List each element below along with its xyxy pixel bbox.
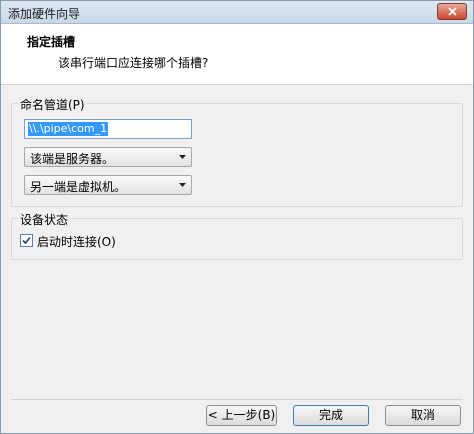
title-bar[interactable]: 添加硬件向导 [1, 1, 473, 24]
checkmark-icon [22, 236, 31, 245]
chevron-down-icon [179, 155, 186, 159]
back-button[interactable]: < 上一步(B) [206, 405, 277, 426]
close-button[interactable] [437, 3, 467, 20]
window-title: 添加硬件向导 [8, 7, 81, 21]
end-role-selected: 该端是服务器。 [30, 152, 115, 166]
named-pipe-group: 命名管道(P) \\.\pipe\com_1 该端是服务器。 另一端是虚拟机。 [11, 96, 463, 207]
add-hardware-wizard-window: 添加硬件向导 指定插槽 该串行端口应连接哪个插槽? 命名管道(P) \\.\pi… [0, 0, 474, 434]
finish-button[interactable]: 完成 [293, 405, 369, 426]
device-status-group: 设备状态 启动时连接(O) [11, 211, 463, 260]
named-pipe-legend: 命名管道(P) [18, 96, 87, 113]
device-status-legend: 设备状态 [18, 211, 71, 228]
connect-on-start-label: 启动时连接(O) [37, 235, 116, 249]
pipe-name-input[interactable]: \\.\pipe\com_1 [24, 119, 192, 139]
other-end-dropdown[interactable]: 另一端是虚拟机。 [24, 175, 192, 195]
page-subtitle: 该串行端口应连接哪个插槽? [58, 56, 209, 70]
chevron-down-icon [179, 183, 186, 187]
page-title: 指定插槽 [27, 35, 76, 49]
cancel-button[interactable]: 取消 [385, 405, 461, 426]
connect-on-start-checkbox[interactable] [20, 234, 33, 247]
pipe-name-value: \\.\pipe\com_1 [28, 122, 109, 136]
other-end-selected: 另一端是虚拟机。 [30, 180, 127, 194]
close-icon [448, 7, 457, 16]
end-role-dropdown[interactable]: 该端是服务器。 [24, 147, 192, 167]
footer-divider [11, 399, 463, 400]
wizard-header: 指定插槽 该串行端口应连接哪个插槽? [1, 24, 473, 85]
connect-on-start-option[interactable]: 启动时连接(O) [20, 233, 220, 249]
